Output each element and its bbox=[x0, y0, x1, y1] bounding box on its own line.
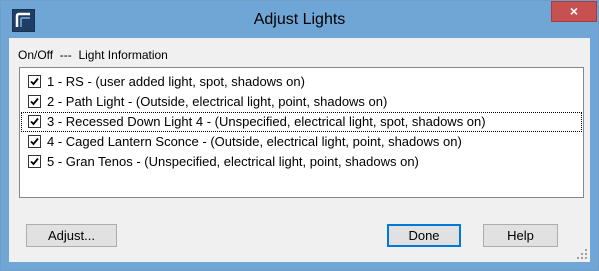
light-label: 1 - RS - (user added light, spot, shadow… bbox=[47, 74, 305, 89]
dialog-body: On/Off --- Light Information 1 - RS - (u… bbox=[9, 38, 590, 262]
checkmark-icon bbox=[30, 77, 39, 86]
list-item[interactable]: 4 - Caged Lantern Sconce - (Outside, ele… bbox=[21, 132, 582, 152]
list-item[interactable]: 2 - Path Light - (Outside, electrical li… bbox=[21, 92, 582, 112]
checkmark-icon bbox=[30, 97, 39, 106]
checkbox[interactable] bbox=[28, 135, 41, 148]
lights-list[interactable]: 1 - RS - (user added light, spot, shadow… bbox=[19, 67, 584, 198]
light-label: 2 - Path Light - (Outside, electrical li… bbox=[47, 94, 388, 109]
light-label: 4 - Caged Lantern Sconce - (Outside, ele… bbox=[47, 134, 462, 149]
resize-grip-icon[interactable] bbox=[577, 249, 587, 259]
checkbox[interactable] bbox=[28, 75, 41, 88]
title-bar[interactable]: Adjust Lights × bbox=[1, 1, 598, 38]
light-label: 3 - Recessed Down Light 4 - (Unspecified… bbox=[47, 114, 486, 129]
list-item[interactable]: 3 - Recessed Down Light 4 - (Unspecified… bbox=[21, 112, 582, 132]
list-item[interactable]: 1 - RS - (user added light, spot, shadow… bbox=[21, 72, 582, 92]
done-button[interactable]: Done bbox=[387, 224, 461, 247]
checkmark-icon bbox=[30, 117, 39, 126]
close-button[interactable]: × bbox=[551, 1, 597, 22]
list-header-label: On/Off --- Light Information bbox=[18, 48, 168, 62]
checkbox[interactable] bbox=[28, 155, 41, 168]
checkbox[interactable] bbox=[28, 115, 41, 128]
checkmark-icon bbox=[30, 157, 39, 166]
list-item[interactable]: 5 - Gran Tenos - (Unspecified, electrica… bbox=[21, 152, 582, 172]
window-title: Adjust Lights bbox=[253, 11, 346, 28]
close-icon: × bbox=[569, 3, 579, 19]
adjust-lights-dialog: Adjust Lights × On/Off --- Light Informa… bbox=[0, 0, 599, 271]
checkmark-icon bbox=[30, 137, 39, 146]
adjust-button[interactable]: Adjust... bbox=[26, 224, 117, 247]
checkbox[interactable] bbox=[28, 95, 41, 108]
light-label: 5 - Gran Tenos - (Unspecified, electrica… bbox=[47, 154, 419, 169]
help-button[interactable]: Help bbox=[483, 224, 558, 247]
